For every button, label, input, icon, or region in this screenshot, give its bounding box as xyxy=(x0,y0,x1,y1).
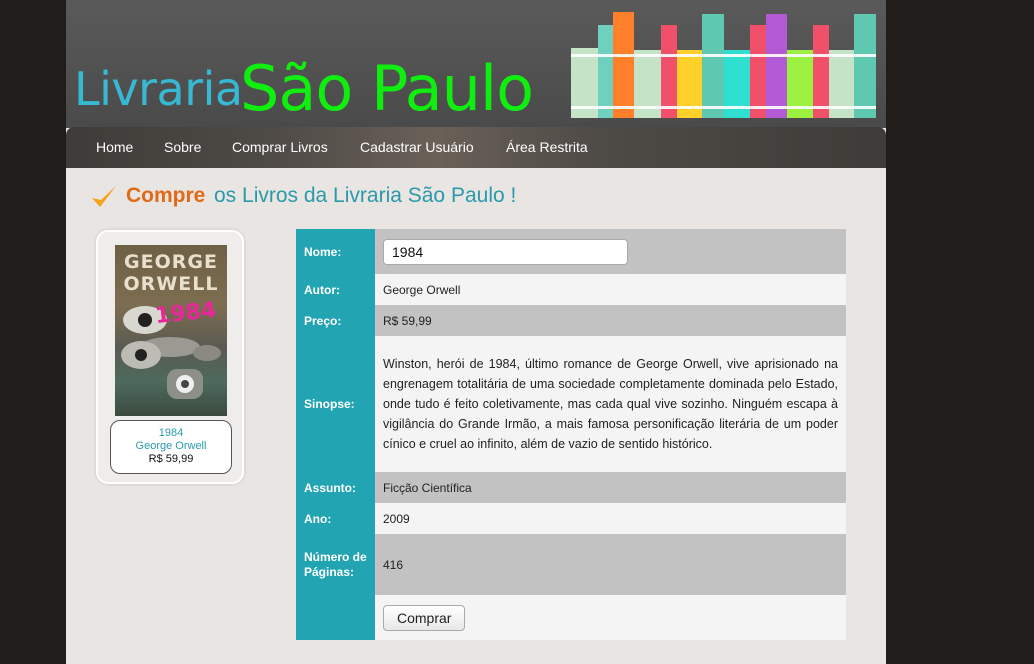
nav-home[interactable]: Home xyxy=(96,127,133,168)
page: Livraria São Paulo Home Sobre Comprar Li… xyxy=(66,0,886,664)
header: Livraria São Paulo xyxy=(66,0,886,128)
row-preco: Preço: R$ 59,99 xyxy=(296,305,846,336)
comprar-cell: Comprar xyxy=(375,595,846,640)
nome-input[interactable] xyxy=(383,238,628,265)
nav-comprar-livros[interactable]: Comprar Livros xyxy=(232,127,328,168)
checkmark-icon xyxy=(92,186,116,207)
ano-value: 2009 xyxy=(375,503,846,534)
paginas-value: 416 xyxy=(375,534,846,595)
assunto-value: Ficção Científica xyxy=(375,472,846,503)
comprar-label-cell xyxy=(296,595,375,640)
book-card-author: George Orwell xyxy=(135,440,207,452)
logo-livraria: Livraria xyxy=(74,62,243,116)
cover-art xyxy=(121,306,221,399)
bookshelf-illustration xyxy=(571,12,876,118)
page-title-highlight: Compre xyxy=(126,184,206,207)
row-comprar: Comprar xyxy=(296,595,846,640)
logo-sao-paulo: São Paulo xyxy=(240,52,534,125)
paginas-label: Número de Páginas: xyxy=(296,534,375,595)
row-autor: Autor: George Orwell xyxy=(296,274,846,305)
book-card-title[interactable]: 1984 xyxy=(111,427,231,440)
nome-label: Nome: xyxy=(296,229,375,274)
assunto-label: Assunto: xyxy=(296,472,375,503)
row-sinopse: Sinopse: Winston, herói de 1984, último … xyxy=(296,336,846,472)
nav-area-restrita[interactable]: Área Restrita xyxy=(506,127,588,168)
row-nome: Nome: xyxy=(296,229,846,274)
nav-cadastrar-usuario[interactable]: Cadastrar Usuário xyxy=(360,127,474,168)
book-card[interactable]: GEORGE ORWELL 1984 1984 George Orwell R$… xyxy=(96,230,244,484)
row-assunto: Assunto: Ficção Científica xyxy=(296,472,846,503)
main-nav: Home Sobre Comprar Livros Cadastrar Usuá… xyxy=(66,127,886,168)
book-cover: GEORGE ORWELL 1984 xyxy=(115,245,227,416)
autor-label: Autor: xyxy=(296,274,375,305)
preco-label: Preço: xyxy=(296,305,375,336)
nome-cell xyxy=(375,229,846,274)
book-card-price: R$ 59,99 xyxy=(148,453,194,465)
page-title-text: os Livros da Livraria São Paulo ! xyxy=(214,184,517,207)
nav-sobre[interactable]: Sobre xyxy=(164,127,201,168)
row-paginas: Número de Páginas: 416 xyxy=(296,534,846,595)
book-details-table: Nome: Autor: George Orwell Preço: R$ 59,… xyxy=(296,229,846,640)
autor-value: George Orwell xyxy=(375,274,846,305)
comprar-button[interactable]: Comprar xyxy=(383,604,466,631)
sinopse-label: Sinopse: xyxy=(296,336,375,472)
row-ano: Ano: 2009 xyxy=(296,503,846,534)
book-caption[interactable]: 1984 George Orwell R$ 59,99 xyxy=(110,420,232,474)
preco-value: R$ 59,99 xyxy=(375,305,846,336)
sinopse-cell: Winston, herói de 1984, último romance d… xyxy=(375,336,846,472)
ano-label: Ano: xyxy=(296,503,375,534)
sinopse-value: Winston, herói de 1984, último romance d… xyxy=(383,357,838,451)
